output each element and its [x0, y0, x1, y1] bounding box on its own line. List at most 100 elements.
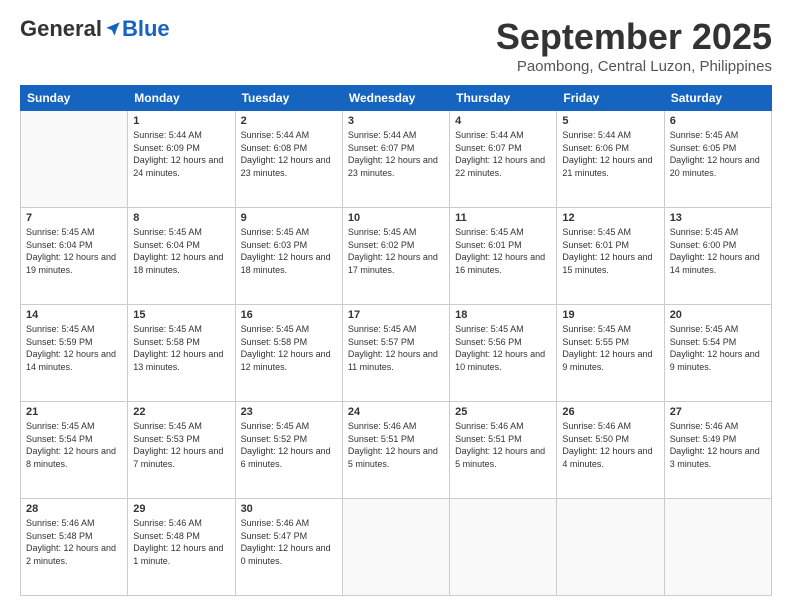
cell-info: Sunrise: 5:45 AMSunset: 5:57 PMDaylight:… [348, 324, 438, 372]
logo-general-text: General [20, 16, 102, 42]
cell-info: Sunrise: 5:46 AMSunset: 5:49 PMDaylight:… [670, 421, 760, 469]
calendar-table: SundayMondayTuesdayWednesdayThursdayFrid… [20, 85, 772, 596]
day-number: 2 [241, 115, 337, 127]
day-number: 17 [348, 309, 444, 321]
calendar-cell: 26 Sunrise: 5:46 AMSunset: 5:50 PMDayligh… [557, 402, 664, 499]
cell-info: Sunrise: 5:44 AMSunset: 6:09 PMDaylight:… [133, 130, 223, 178]
day-number: 20 [670, 309, 766, 321]
calendar-cell: 15 Sunrise: 5:45 AMSunset: 5:58 PMDayligh… [128, 305, 235, 402]
day-number: 12 [562, 212, 658, 224]
cell-info: Sunrise: 5:44 AMSunset: 6:08 PMDaylight:… [241, 130, 331, 178]
calendar-cell: 1 Sunrise: 5:44 AMSunset: 6:09 PMDaylight… [128, 111, 235, 208]
cell-info: Sunrise: 5:45 AMSunset: 6:04 PMDaylight:… [26, 227, 116, 275]
day-number: 16 [241, 309, 337, 321]
header: General Blue September 2025 Paombong, Ce… [20, 16, 772, 75]
calendar-cell: 24Sunrise: 5:46 AMSunset: 5:51 PMDayligh… [342, 402, 449, 499]
month-title: September 2025 [496, 16, 772, 58]
cell-info: Sunrise: 5:45 AMSunset: 5:58 PMDaylight:… [133, 324, 223, 372]
day-number: 14 [26, 309, 122, 321]
calendar-cell: 12 Sunrise: 5:45 AMSunset: 6:01 PMDayligh… [557, 208, 664, 305]
weekday-header-saturday: Saturday [664, 86, 771, 111]
calendar-cell: 19Sunrise: 5:45 AMSunset: 5:55 PMDayligh… [557, 305, 664, 402]
calendar-cell: 25 Sunrise: 5:46 AMSunset: 5:51 PMDayligh… [450, 402, 557, 499]
day-number: 5 [562, 115, 658, 127]
cell-info: Sunrise: 5:45 AMSunset: 5:56 PMDaylight:… [455, 324, 545, 372]
day-number: 6 [670, 115, 766, 127]
day-number: 24 [348, 406, 444, 418]
cell-info: Sunrise: 5:46 AMSunset: 5:51 PMDaylight:… [455, 421, 545, 469]
calendar-cell [342, 499, 449, 596]
weekday-header-thursday: Thursday [450, 86, 557, 111]
weekday-header-sunday: Sunday [21, 86, 128, 111]
calendar-cell: 9Sunrise: 5:45 AMSunset: 6:03 PMDaylight… [235, 208, 342, 305]
calendar-cell: 14 Sunrise: 5:45 AMSunset: 5:59 PMDayligh… [21, 305, 128, 402]
day-number: 15 [133, 309, 229, 321]
calendar-cell: 13 Sunrise: 5:45 AMSunset: 6:00 PMDayligh… [664, 208, 771, 305]
calendar-cell: 16Sunrise: 5:45 AMSunset: 5:58 PMDayligh… [235, 305, 342, 402]
day-number: 28 [26, 503, 122, 515]
calendar-cell: 17 Sunrise: 5:45 AMSunset: 5:57 PMDayligh… [342, 305, 449, 402]
cell-info: Sunrise: 5:44 AMSunset: 6:06 PMDaylight:… [562, 130, 652, 178]
calendar-cell: 28 Sunrise: 5:46 AMSunset: 5:48 PMDayligh… [21, 499, 128, 596]
cell-info: Sunrise: 5:45 AMSunset: 6:03 PMDaylight:… [241, 227, 331, 275]
cell-info: Sunrise: 5:45 AMSunset: 6:02 PMDaylight:… [348, 227, 438, 275]
cell-info: Sunrise: 5:45 AMSunset: 5:54 PMDaylight:… [670, 324, 760, 372]
calendar-cell: 29 Sunrise: 5:46 AMSunset: 5:48 PMDayligh… [128, 499, 235, 596]
cell-info: Sunrise: 5:44 AMSunset: 6:07 PMDaylight:… [348, 130, 438, 178]
calendar-cell: 7Sunrise: 5:45 AMSunset: 6:04 PMDaylight… [21, 208, 128, 305]
day-number: 1 [133, 115, 229, 127]
calendar-cell [21, 111, 128, 208]
day-number: 3 [348, 115, 444, 127]
calendar-cell: 23Sunrise: 5:45 AMSunset: 5:52 PMDayligh… [235, 402, 342, 499]
calendar-cell: 4Sunrise: 5:44 AMSunset: 6:07 PMDaylight… [450, 111, 557, 208]
weekday-header-wednesday: Wednesday [342, 86, 449, 111]
calendar-cell [664, 499, 771, 596]
cell-info: Sunrise: 5:45 AMSunset: 6:01 PMDaylight:… [455, 227, 545, 275]
cell-info: Sunrise: 5:45 AMSunset: 5:53 PMDaylight:… [133, 421, 223, 469]
cell-info: Sunrise: 5:45 AMSunset: 6:01 PMDaylight:… [562, 227, 652, 275]
cell-info: Sunrise: 5:45 AMSunset: 6:00 PMDaylight:… [670, 227, 760, 275]
day-number: 11 [455, 212, 551, 224]
logo-bird-icon [104, 20, 122, 38]
calendar-cell [450, 499, 557, 596]
weekday-header-row: SundayMondayTuesdayWednesdayThursdayFrid… [21, 86, 772, 111]
calendar-week-row: 21 Sunrise: 5:45 AMSunset: 5:54 PMDayligh… [21, 402, 772, 499]
calendar-cell: 3 Sunrise: 5:44 AMSunset: 6:07 PMDaylight… [342, 111, 449, 208]
calendar-week-row: 14 Sunrise: 5:45 AMSunset: 5:59 PMDayligh… [21, 305, 772, 402]
cell-info: Sunrise: 5:46 AMSunset: 5:48 PMDaylight:… [26, 518, 116, 566]
calendar-cell: 27 Sunrise: 5:46 AMSunset: 5:49 PMDayligh… [664, 402, 771, 499]
cell-info: Sunrise: 5:45 AMSunset: 5:59 PMDaylight:… [26, 324, 116, 372]
weekday-header-tuesday: Tuesday [235, 86, 342, 111]
calendar-cell: 21 Sunrise: 5:45 AMSunset: 5:54 PMDayligh… [21, 402, 128, 499]
location-subtitle: Paombong, Central Luzon, Philippines [496, 58, 772, 75]
day-number: 18 [455, 309, 551, 321]
day-number: 30 [241, 503, 337, 515]
cell-info: Sunrise: 5:45 AMSunset: 5:55 PMDaylight:… [562, 324, 652, 372]
calendar-cell: 5 Sunrise: 5:44 AMSunset: 6:06 PMDaylight… [557, 111, 664, 208]
day-number: 26 [562, 406, 658, 418]
cell-info: Sunrise: 5:45 AMSunset: 5:54 PMDaylight:… [26, 421, 116, 469]
day-number: 8 [133, 212, 229, 224]
day-number: 25 [455, 406, 551, 418]
cell-info: Sunrise: 5:45 AMSunset: 5:52 PMDaylight:… [241, 421, 331, 469]
cell-info: Sunrise: 5:45 AMSunset: 6:05 PMDaylight:… [670, 130, 760, 178]
day-number: 10 [348, 212, 444, 224]
cell-info: Sunrise: 5:46 AMSunset: 5:48 PMDaylight:… [133, 518, 223, 566]
weekday-header-monday: Monday [128, 86, 235, 111]
calendar-cell: 22 Sunrise: 5:45 AMSunset: 5:53 PMDayligh… [128, 402, 235, 499]
day-number: 22 [133, 406, 229, 418]
day-number: 29 [133, 503, 229, 515]
calendar-cell: 30Sunrise: 5:46 AMSunset: 5:47 PMDayligh… [235, 499, 342, 596]
day-number: 13 [670, 212, 766, 224]
logo: General Blue [20, 16, 170, 42]
day-number: 21 [26, 406, 122, 418]
title-area: September 2025 Paombong, Central Luzon, … [496, 16, 772, 75]
cell-info: Sunrise: 5:44 AMSunset: 6:07 PMDaylight:… [455, 130, 545, 178]
logo-blue-text: Blue [122, 16, 170, 42]
calendar-week-row: 28 Sunrise: 5:46 AMSunset: 5:48 PMDayligh… [21, 499, 772, 596]
calendar-cell: 2 Sunrise: 5:44 AMSunset: 6:08 PMDaylight… [235, 111, 342, 208]
day-number: 27 [670, 406, 766, 418]
cell-info: Sunrise: 5:46 AMSunset: 5:50 PMDaylight:… [562, 421, 652, 469]
weekday-header-friday: Friday [557, 86, 664, 111]
calendar-cell: 8Sunrise: 5:45 AMSunset: 6:04 PMDaylight… [128, 208, 235, 305]
